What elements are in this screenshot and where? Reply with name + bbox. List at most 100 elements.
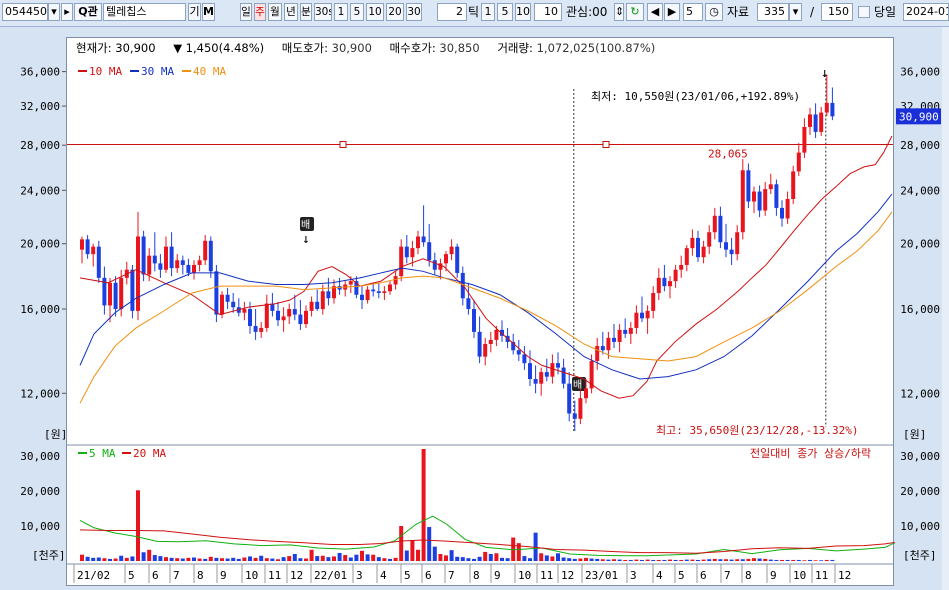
volume-bar: [774, 559, 779, 561]
candle-body: [180, 260, 185, 265]
period-button-9[interactable]: 20: [386, 3, 404, 21]
tick-count-input[interactable]: 10: [534, 3, 562, 21]
tick-option-1[interactable]: 5: [497, 3, 513, 21]
candle-body: [645, 310, 650, 319]
volume-bar: [197, 558, 202, 561]
x-tick-label: 8: [745, 569, 752, 582]
candle-body: [774, 184, 779, 208]
volume-bar: [752, 558, 756, 561]
volume-bar: [388, 558, 392, 561]
stock-code-input[interactable]: 054450: [2, 3, 48, 21]
volume-bar: [712, 558, 717, 561]
ref-marker-1: [339, 141, 347, 149]
candlestick-chart[interactable]: 12,000 12,000 16,000 16,000 20,000 20,000 24,0…: [0, 27, 949, 590]
volume-bar: [617, 559, 622, 561]
candle-body: [421, 236, 426, 243]
clock-icon[interactable]: ◷: [705, 3, 723, 21]
period-button-3[interactable]: 년: [284, 3, 298, 21]
volume-bar: [791, 559, 796, 561]
ma-line-40ma: [79, 211, 893, 404]
search-icon[interactable]: Q관: [74, 3, 102, 21]
candle-body: [315, 301, 320, 310]
period-button-4[interactable]: 분: [300, 3, 312, 21]
candle-body: [214, 271, 219, 315]
period-button-2[interactable]: 월: [268, 3, 282, 21]
candle-body: [326, 291, 331, 299]
candle-body: [449, 246, 454, 255]
period-button-5[interactable]: 30s: [314, 3, 332, 21]
volume-tick-right: 10,000: [900, 520, 940, 533]
data-count-dropdown[interactable]: ▾: [789, 3, 802, 21]
period-button-7[interactable]: 5: [350, 3, 364, 21]
period-button-8[interactable]: 10: [366, 3, 384, 21]
volume-bar: [220, 558, 224, 561]
vertical-scrollbar[interactable]: [942, 27, 949, 590]
x-tick-label: 11: [815, 569, 828, 582]
price-tick-right: 20,000: [900, 238, 940, 251]
volume-bar: [438, 554, 443, 561]
volume-bar: [96, 557, 101, 561]
same-day-checkbox[interactable]: [858, 6, 870, 18]
volume-bar: [477, 556, 482, 561]
volume-bar: [404, 550, 409, 561]
price-tick-left: 28,000: [20, 139, 60, 152]
price-tick-left: 20,000: [20, 238, 60, 251]
price-tick-right: 16,000: [900, 303, 940, 316]
volume-bar: [735, 559, 740, 561]
candle-body: [85, 239, 90, 255]
candle-body: [113, 282, 118, 310]
candle-body: [628, 327, 633, 334]
candle-body: [740, 170, 745, 233]
candle-body: [276, 310, 280, 321]
candle-body: [455, 246, 460, 273]
code-dropdown-button[interactable]: ▾: [48, 3, 60, 21]
period-button-10[interactable]: 30: [406, 3, 422, 21]
period-button-1[interactable]: 주: [254, 3, 266, 21]
candle-body: [427, 242, 432, 261]
candle-body: [477, 331, 482, 357]
volume-bar: [544, 555, 549, 561]
tick-option-2[interactable]: 10: [515, 3, 531, 21]
gi-button[interactable]: 기: [188, 3, 201, 21]
candle-body: [231, 301, 236, 308]
candle-body: [242, 309, 247, 313]
refresh-interval-input[interactable]: 5: [683, 3, 703, 21]
next-page-icon[interactable]: ▶: [664, 3, 680, 21]
m-button[interactable]: M: [202, 3, 215, 21]
volume-bar: [141, 552, 146, 561]
candle-body: [600, 346, 605, 351]
tick-value-input[interactable]: 2: [437, 3, 467, 21]
volume-bar: [813, 560, 818, 561]
tick-label: 틱: [468, 5, 480, 19]
date-input[interactable]: 2024-01: [903, 3, 949, 21]
volume-bar: [567, 558, 572, 561]
refresh-icon[interactable]: ↻: [626, 3, 644, 21]
high-arrow-icon: ↓: [821, 66, 829, 81]
candle-body: [197, 260, 202, 265]
watch-spinner[interactable]: ⇕: [614, 3, 624, 21]
data-count-input[interactable]: 335: [757, 3, 789, 21]
price-legend-item: 10 MA: [89, 65, 122, 78]
candle-body: [662, 277, 667, 287]
price-tick-left: 16,000: [20, 303, 60, 316]
volume-bar: [214, 557, 219, 561]
candle-body: [696, 237, 700, 258]
period-button-6[interactable]: 1: [334, 3, 348, 21]
volume-bar: [645, 559, 650, 561]
volume-tick-right: 30,000: [900, 450, 940, 463]
candle-body: [186, 264, 191, 273]
x-tick-label: 21/02: [77, 569, 110, 582]
prev-page-icon[interactable]: ◀: [647, 3, 663, 21]
volume-bar: [606, 559, 611, 561]
candle-body: [690, 237, 695, 249]
tick-option-0[interactable]: 1: [481, 3, 495, 21]
volume-bar: [208, 556, 213, 561]
candle-body: [416, 236, 420, 249]
data-total-input[interactable]: 150: [821, 3, 853, 21]
period-button-0[interactable]: 일: [240, 3, 252, 21]
candle-body: [785, 198, 790, 219]
candle-body: [724, 242, 728, 250]
candle-body: [735, 232, 740, 255]
next-arrow-button[interactable]: ▸: [61, 3, 73, 21]
stock-name-field[interactable]: 텔레칩스: [103, 3, 186, 21]
